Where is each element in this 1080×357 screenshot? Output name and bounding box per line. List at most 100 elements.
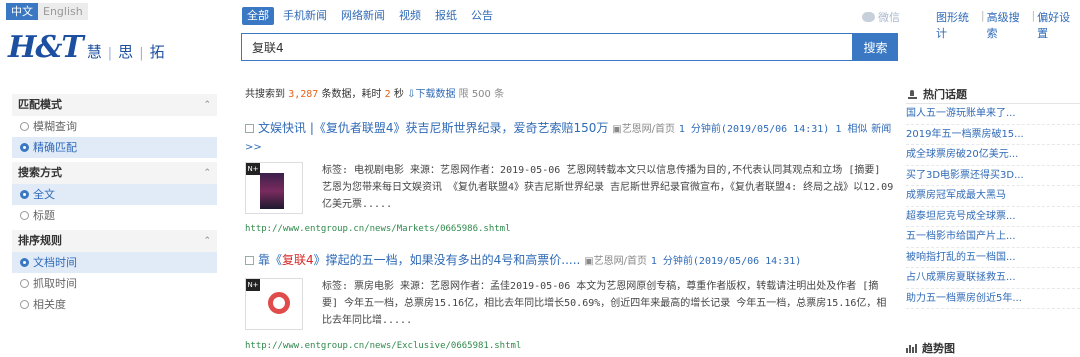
advanced-search-link[interactable]: 高级搜索 <box>987 9 1030 41</box>
option-crawl-time[interactable]: 抓取时间 <box>12 273 217 294</box>
tab-mobile-news[interactable]: 手机新闻 <box>278 7 332 25</box>
result-url[interactable]: http://www.entgroup.cn/news/Markets/0665… <box>245 224 511 234</box>
trend-title: 趋势图 <box>922 342 955 355</box>
radio-icon <box>20 300 29 309</box>
language-switch: 中文 English <box>6 3 88 20</box>
option-label: 模糊查询 <box>33 120 77 133</box>
radio-icon <box>20 258 29 267</box>
option-fulltext[interactable]: 全文 <box>12 184 217 205</box>
divider: | <box>980 9 985 22</box>
summary-text: 秒 <box>390 89 404 100</box>
section-sort[interactable]: 排序规则 ⌃ <box>12 230 217 252</box>
checkbox[interactable] <box>245 124 254 133</box>
download-data-link[interactable]: ⇩下载数据 <box>407 89 455 100</box>
logo-part-1: 慧 <box>86 43 102 61</box>
tab-announcement[interactable]: 公告 <box>466 7 498 25</box>
trend-header: 趋势图 <box>906 340 955 356</box>
logo-part-2: 思 <box>118 43 134 61</box>
hot-topic-item[interactable]: 买了3D电影票还得买3D... <box>906 166 1080 186</box>
chevron-up-icon: ⌃ <box>203 100 211 110</box>
badge: N+ <box>246 163 260 175</box>
logo-part-3: 拓 <box>149 43 165 61</box>
section-title: 排序规则 <box>18 234 62 247</box>
chevron-up-icon: ⌃ <box>203 168 211 178</box>
hot-topic-item[interactable]: 占八成票房夏联拯救五... <box>906 268 1080 289</box>
option-exact[interactable]: 精确匹配 <box>12 137 217 158</box>
search-button[interactable]: 搜索 <box>853 33 898 61</box>
hot-topic-item[interactable]: 2019年五一档票房破15... <box>906 125 1080 145</box>
tab-all[interactable]: 全部 <box>242 7 274 25</box>
result-title[interactable]: 文娱快讯 |《复仇者联盟4》获吉尼斯世界纪录，爱奇艺索赔150万 ▣艺恩网/首页… <box>245 120 895 156</box>
result-thumbnail[interactable]: N+ <box>245 278 303 330</box>
result-snippet: 标签: 票房电影 来源：艺恩网作者：孟佳2019-05-06 本文为艺恩网原创专… <box>322 281 887 326</box>
wechat-icon <box>862 12 875 22</box>
hot-topic-item[interactable]: 成全球票房破20亿美元... <box>906 145 1080 166</box>
hot-topic-item[interactable]: 国人五一游玩账单来了... <box>906 104 1080 125</box>
option-fuzzy[interactable]: 模糊查询 <box>12 116 217 137</box>
hot-topic-item[interactable]: 五一档影市给国产片上... <box>906 227 1080 248</box>
preferences-link[interactable]: 偏好设置 <box>1037 9 1080 41</box>
source-label: ▣艺恩网/首页 <box>584 256 648 267</box>
hot-topics-panel: 热门话题 国人五一游玩账单来了... 2019年五一档票房破15... 成全球票… <box>906 86 1080 309</box>
option-label: 相关度 <box>33 298 66 311</box>
chart-stats-link[interactable]: 图形统计 <box>936 9 979 41</box>
search-input[interactable] <box>242 34 852 60</box>
radio-icon <box>20 122 29 131</box>
poster-image <box>260 173 284 209</box>
option-label: 精确匹配 <box>33 141 77 154</box>
result-count: 3,287 <box>288 89 319 100</box>
summary-text: 共搜索到 <box>245 89 289 100</box>
search-box <box>241 33 853 61</box>
hot-topic-item[interactable]: 超泰坦尼克号成全球票... <box>906 207 1080 227</box>
radio-icon <box>20 143 29 152</box>
hot-topic-item[interactable]: 被响指打乱的五一档国... <box>906 248 1080 268</box>
logo[interactable]: H&T 慧 | 思 | 拓 <box>8 30 165 65</box>
weixin-link[interactable]: 微信 <box>862 9 900 25</box>
results-panel: 共搜索到 3,287 条数据，耗时 2 秒 ⇩下载数据 限 500 条 <box>245 88 895 102</box>
source-label: ▣艺恩网/首页 <box>612 124 676 135</box>
weixin-label: 微信 <box>878 11 900 24</box>
tab-video[interactable]: 视频 <box>394 7 426 25</box>
tab-web-news[interactable]: 网络新闻 <box>336 7 390 25</box>
radio-icon <box>20 190 29 199</box>
result-meta: 1 分钟前(2019/05/06 14:31) 1 相似 <box>678 124 868 135</box>
radio-icon <box>20 211 29 220</box>
bar-chart-icon <box>906 343 918 353</box>
hot-topic-item[interactable]: 成票房冠军成最大黑马 <box>906 186 1080 207</box>
donut-chart-image <box>268 292 290 314</box>
filter-sidebar: 匹配模式 ⌃ 模糊查询 精确匹配 搜索方式 ⌃ 全文 标题 排序规则 ⌃ 文档时… <box>12 90 217 315</box>
fire-icon <box>908 90 917 99</box>
result-meta: 1 分钟前(2019/05/06 14:31) <box>650 256 802 267</box>
section-title: 匹配模式 <box>18 98 62 111</box>
hot-topics-title: 热门话题 <box>923 87 967 101</box>
result-thumbnail[interactable]: N+ <box>245 162 303 214</box>
result-summary: 共搜索到 3,287 条数据，耗时 2 秒 ⇩下载数据 限 500 条 <box>245 88 895 102</box>
hot-topics-header: 热门话题 <box>906 86 1080 104</box>
result-title[interactable]: 靠《复联4》撑起的五一档，如果没有多出的4号和高票价..... ▣艺恩网/首页 … <box>245 252 895 270</box>
radio-icon <box>20 279 29 288</box>
badge: N+ <box>246 279 260 291</box>
tab-newspaper[interactable]: 报纸 <box>430 7 462 25</box>
option-label: 全文 <box>33 188 55 201</box>
option-title[interactable]: 标题 <box>12 205 217 226</box>
lang-en[interactable]: English <box>38 3 88 20</box>
option-label: 标题 <box>33 209 55 222</box>
logo-divider: | <box>139 46 144 61</box>
section-search-method[interactable]: 搜索方式 ⌃ <box>12 162 217 184</box>
logo-mark: H&T <box>8 30 84 65</box>
limit-text: 限 500 条 <box>458 89 505 100</box>
section-title: 搜索方式 <box>18 166 62 179</box>
search-tabs: 全部 手机新闻 网络新闻 视频 报纸 公告 <box>242 7 502 25</box>
option-label: 抓取时间 <box>33 277 77 290</box>
chevron-up-icon: ⌃ <box>203 236 211 246</box>
section-match-mode[interactable]: 匹配模式 ⌃ <box>12 94 217 116</box>
hot-topic-item[interactable]: 助力五一档票房创近5年... <box>906 289 1080 309</box>
top-links: 图形统计 | 高级搜索 | 偏好设置 <box>936 9 1080 41</box>
option-label: 文档时间 <box>33 256 77 269</box>
logo-divider: | <box>107 46 113 61</box>
lang-zh[interactable]: 中文 <box>6 3 38 20</box>
result-url[interactable]: http://www.entgroup.cn/news/Exclusive/06… <box>245 341 521 351</box>
option-relevance[interactable]: 相关度 <box>12 294 217 315</box>
checkbox[interactable] <box>245 256 254 265</box>
option-doc-time[interactable]: 文档时间 <box>12 252 217 273</box>
